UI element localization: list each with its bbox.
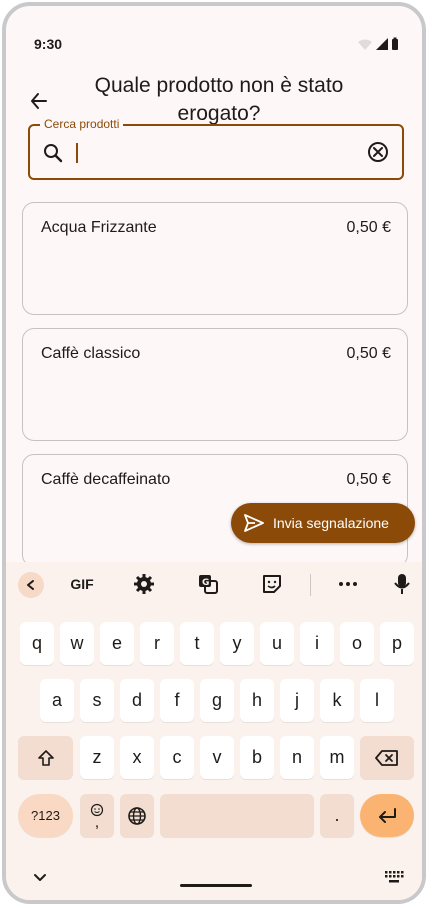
status-bar: 9:30 (6, 6, 422, 76)
search-label: Cerca prodotti (40, 117, 124, 131)
key-o[interactable]: o (340, 622, 374, 665)
send-icon (244, 514, 264, 532)
product-price: 0,50 € (346, 345, 391, 362)
key-e[interactable]: e (100, 622, 134, 665)
key-p[interactable]: p (380, 622, 414, 665)
language-key[interactable] (120, 794, 154, 837)
enter-icon (379, 807, 396, 823)
svg-text:G: G (202, 578, 209, 588)
product-price: 0,50 € (346, 471, 391, 488)
clear-icon[interactable] (366, 140, 390, 164)
product-card[interactable]: Acqua Frizzante 0,50 € (22, 202, 408, 315)
symbols-key[interactable]: ?123 (18, 794, 73, 837)
text-cursor (76, 143, 78, 163)
key-v[interactable]: v (200, 736, 234, 779)
keyboard-switch-icon[interactable] (384, 870, 404, 884)
shift-icon (37, 749, 54, 766)
key-u[interactable]: u (260, 622, 294, 665)
gear-icon[interactable] (132, 572, 156, 596)
toolbar-divider (310, 574, 311, 596)
key-b[interactable]: b (240, 736, 274, 779)
key-i[interactable]: i (300, 622, 334, 665)
more-icon[interactable] (336, 572, 360, 596)
key-h[interactable]: h (240, 679, 274, 722)
key-q[interactable]: q (20, 622, 54, 665)
product-card[interactable]: Caffè classico 0,50 € (22, 328, 408, 441)
key-x[interactable]: x (120, 736, 154, 779)
send-report-label: Invia segnalazione (273, 515, 389, 531)
back-arrow-icon[interactable] (24, 86, 54, 116)
phone-frame: 9:30 Quale prodotto non è stato erogato?… (2, 2, 426, 904)
key-f[interactable]: f (160, 679, 194, 722)
key-a[interactable]: a (40, 679, 74, 722)
chevron-left-icon (27, 580, 34, 590)
key-g[interactable]: g (200, 679, 234, 722)
key-l[interactable]: l (360, 679, 394, 722)
key-n[interactable]: n (280, 736, 314, 779)
product-name: Caffè classico (41, 345, 141, 362)
translate-icon[interactable]: G (196, 572, 220, 596)
key-k[interactable]: k (320, 679, 354, 722)
battery-icon (392, 39, 398, 50)
key-r[interactable]: r (140, 622, 174, 665)
product-name: Acqua Frizzante (41, 219, 157, 236)
enter-key[interactable] (360, 794, 414, 837)
key-j[interactable]: j (280, 679, 314, 722)
key-y[interactable]: y (220, 622, 254, 665)
search-field[interactable]: Cerca prodotti (28, 117, 404, 180)
key-c[interactable]: c (160, 736, 194, 779)
key-d[interactable]: d (120, 679, 154, 722)
emoji-comma-key[interactable]: , (80, 794, 114, 837)
backspace-icon (375, 749, 398, 766)
system-status-icons (358, 37, 398, 50)
send-report-button[interactable]: Invia segnalazione (231, 503, 415, 543)
product-name: Caffè decaffeinato (41, 471, 171, 488)
key-t[interactable]: t (180, 622, 214, 665)
key-s[interactable]: s (80, 679, 114, 722)
key-z[interactable]: z (80, 736, 114, 779)
period-key[interactable]: . (320, 794, 354, 837)
signal-icon (376, 38, 388, 50)
keyboard-toolbar: GIF G (6, 562, 422, 606)
search-icon (44, 144, 63, 163)
shift-key[interactable] (18, 736, 73, 779)
comma-label: , (94, 813, 100, 831)
home-indicator[interactable] (180, 884, 252, 887)
status-time: 9:30 (34, 36, 63, 52)
key-m[interactable]: m (320, 736, 354, 779)
space-key[interactable] (160, 794, 314, 837)
backspace-key[interactable] (360, 736, 414, 779)
gif-button[interactable]: GIF (62, 572, 102, 596)
keyboard-collapse-button[interactable] (18, 572, 44, 598)
soft-keyboard: GIF G q w e r t y u i o p a s d f g h j … (6, 562, 422, 900)
hide-keyboard-icon[interactable] (32, 870, 48, 886)
globe-icon (128, 806, 146, 825)
wifi-icon (358, 39, 372, 50)
sticker-icon[interactable] (260, 572, 284, 596)
microphone-icon[interactable] (392, 572, 412, 596)
key-w[interactable]: w (60, 622, 94, 665)
product-price: 0,50 € (346, 219, 391, 236)
